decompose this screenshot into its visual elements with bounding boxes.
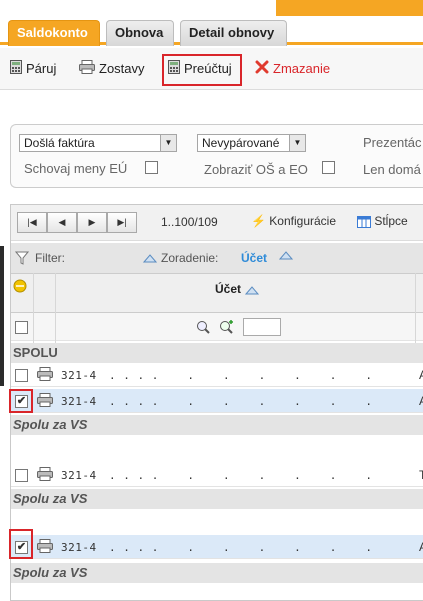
paruj-button[interactable]: Páruj bbox=[10, 60, 56, 78]
column-header: Účet bbox=[11, 273, 423, 313]
next-page-button[interactable]: ▶ bbox=[77, 212, 107, 233]
row-end: A bbox=[419, 540, 423, 554]
filter-label[interactable]: Filter: bbox=[35, 251, 65, 265]
printer-icon[interactable] bbox=[37, 467, 53, 484]
row-dots: . . . . . . . . . . bbox=[109, 395, 373, 408]
group-spolu-vs: Spolu za VS bbox=[11, 563, 423, 583]
ucet-filter-input[interactable] bbox=[243, 318, 281, 336]
sort-up-icon bbox=[244, 284, 260, 298]
row-account: 321-4 bbox=[61, 541, 97, 554]
page-range: 1..100/109 bbox=[161, 215, 218, 229]
table-row[interactable]: ✔ 321-4 . . . . . . . . . . A bbox=[11, 389, 423, 413]
delete-x-icon bbox=[255, 60, 269, 79]
row-dots: . . . . . . . . . . bbox=[109, 541, 373, 554]
row-account: 321-4 bbox=[61, 469, 97, 482]
highlight-checkbox-2 bbox=[9, 529, 33, 559]
group-spolu-vs: Spolu za VS bbox=[11, 415, 423, 435]
row-end: A bbox=[419, 394, 423, 408]
row-account: 321-4 bbox=[61, 369, 97, 382]
column-divider bbox=[55, 273, 56, 343]
column-divider bbox=[33, 273, 34, 343]
tab-bar: Saldokonto Obnova Detail obnovy bbox=[0, 16, 423, 46]
row-account: 321-4 bbox=[61, 395, 97, 408]
columns-icon bbox=[357, 214, 374, 228]
filter-panel: Došlá faktúra ▼ Nevypárované ▼ Prezentác… bbox=[10, 124, 423, 188]
row-end: A bbox=[419, 368, 423, 382]
magnifier-plus-icon[interactable] bbox=[219, 320, 235, 337]
konfiguracie-label: Konfigurácie bbox=[269, 214, 337, 228]
tab-saldokonto[interactable]: Saldokonto bbox=[8, 20, 100, 46]
column-divider bbox=[415, 273, 416, 343]
printer-icon bbox=[79, 60, 95, 79]
chevron-down-icon: ▼ bbox=[289, 135, 305, 151]
len-doma-label: Len domá bbox=[363, 162, 421, 177]
tab-detail-obnovy[interactable]: Detail obnovy bbox=[180, 20, 287, 46]
printer-icon[interactable] bbox=[37, 539, 53, 556]
printer-icon[interactable] bbox=[37, 393, 53, 410]
table-row[interactable]: 321-4 . . . . . . . . . . T bbox=[11, 463, 423, 487]
zobrazit-os-label: Zobraziť OŠ a EO bbox=[204, 162, 308, 177]
row-checkbox[interactable] bbox=[15, 469, 28, 482]
left-edge-shadow bbox=[0, 246, 4, 386]
magnifier-icon[interactable] bbox=[196, 320, 210, 337]
zostavy-button[interactable]: Zostavy bbox=[79, 60, 145, 78]
prezentacia-label: Prezentác bbox=[363, 135, 422, 150]
sort-up-icon bbox=[278, 249, 294, 263]
group-spolu: SPOLU bbox=[11, 343, 423, 363]
filter-sort-bar: Filter: Zoradenie: Účet bbox=[11, 243, 423, 273]
toolbar: Páruj Zostavy Preúčtuj Zmazanie bbox=[0, 48, 423, 90]
calculator-icon bbox=[10, 60, 22, 79]
row-end: T bbox=[419, 468, 423, 482]
printer-icon[interactable] bbox=[37, 367, 53, 384]
row-dots: . . . . . . . . . . bbox=[109, 469, 373, 482]
group-spolu-vs: Spolu za VS bbox=[11, 489, 423, 509]
sort-field-link[interactable]: Účet bbox=[241, 251, 267, 265]
highlight-checkbox-1 bbox=[9, 389, 33, 413]
data-grid: |◀ ◀ ▶ ▶| 1..100/109 ⚡ Konfigurácie Stĺp… bbox=[9, 204, 423, 601]
chevron-down-icon: ▼ bbox=[160, 135, 176, 151]
funnel-icon bbox=[14, 251, 30, 268]
first-page-button[interactable]: |◀ bbox=[17, 212, 47, 233]
sort-up-icon bbox=[142, 252, 158, 266]
top-accent-bar bbox=[276, 0, 423, 16]
doc-type-value: Došlá faktúra bbox=[24, 136, 95, 150]
schovaj-meny-checkbox[interactable] bbox=[145, 161, 158, 174]
stlpce-label: Stĺpce bbox=[374, 214, 408, 228]
pair-state-select[interactable]: Nevypárované ▼ bbox=[197, 134, 306, 152]
pager: |◀ ◀ ▶ ▶| 1..100/109 ⚡ Konfigurácie Stĺp… bbox=[11, 205, 423, 241]
doc-type-select[interactable]: Došlá faktúra ▼ bbox=[19, 134, 177, 152]
lightning-icon: ⚡ bbox=[251, 214, 266, 228]
konfiguracie-button[interactable]: ⚡ Konfigurácie bbox=[251, 214, 336, 228]
last-page-button[interactable]: ▶| bbox=[107, 212, 137, 233]
select-all-checkbox[interactable] bbox=[15, 321, 28, 334]
column-ucet-header[interactable]: Účet bbox=[215, 282, 241, 296]
filter-row bbox=[11, 313, 423, 341]
row-checkbox[interactable] bbox=[15, 369, 28, 382]
schovaj-meny-label: Schovaj meny EÚ bbox=[24, 161, 128, 176]
table-row[interactable]: ✔ 321-4 . . . . . . . . . . A bbox=[11, 535, 423, 559]
highlight-preuctuj bbox=[162, 54, 242, 86]
prev-page-button[interactable]: ◀ bbox=[47, 212, 77, 233]
status-dot-icon bbox=[13, 279, 27, 296]
paruj-label: Páruj bbox=[26, 61, 57, 76]
zostavy-label: Zostavy bbox=[99, 61, 145, 76]
stlpce-button[interactable]: Stĺpce bbox=[357, 214, 408, 228]
pair-state-value: Nevypárované bbox=[202, 136, 280, 150]
zmazanie-label: Zmazanie bbox=[273, 61, 331, 76]
table-row[interactable]: 321-4 . . . . . . . . . . A bbox=[11, 363, 423, 387]
zoradenie-label: Zoradenie: bbox=[161, 251, 219, 265]
row-dots: . . . . . . . . . . bbox=[109, 369, 373, 382]
zmazanie-button[interactable]: Zmazanie bbox=[255, 60, 330, 78]
tab-obnova[interactable]: Obnova bbox=[106, 20, 174, 46]
zobrazit-os-checkbox[interactable] bbox=[322, 161, 335, 174]
